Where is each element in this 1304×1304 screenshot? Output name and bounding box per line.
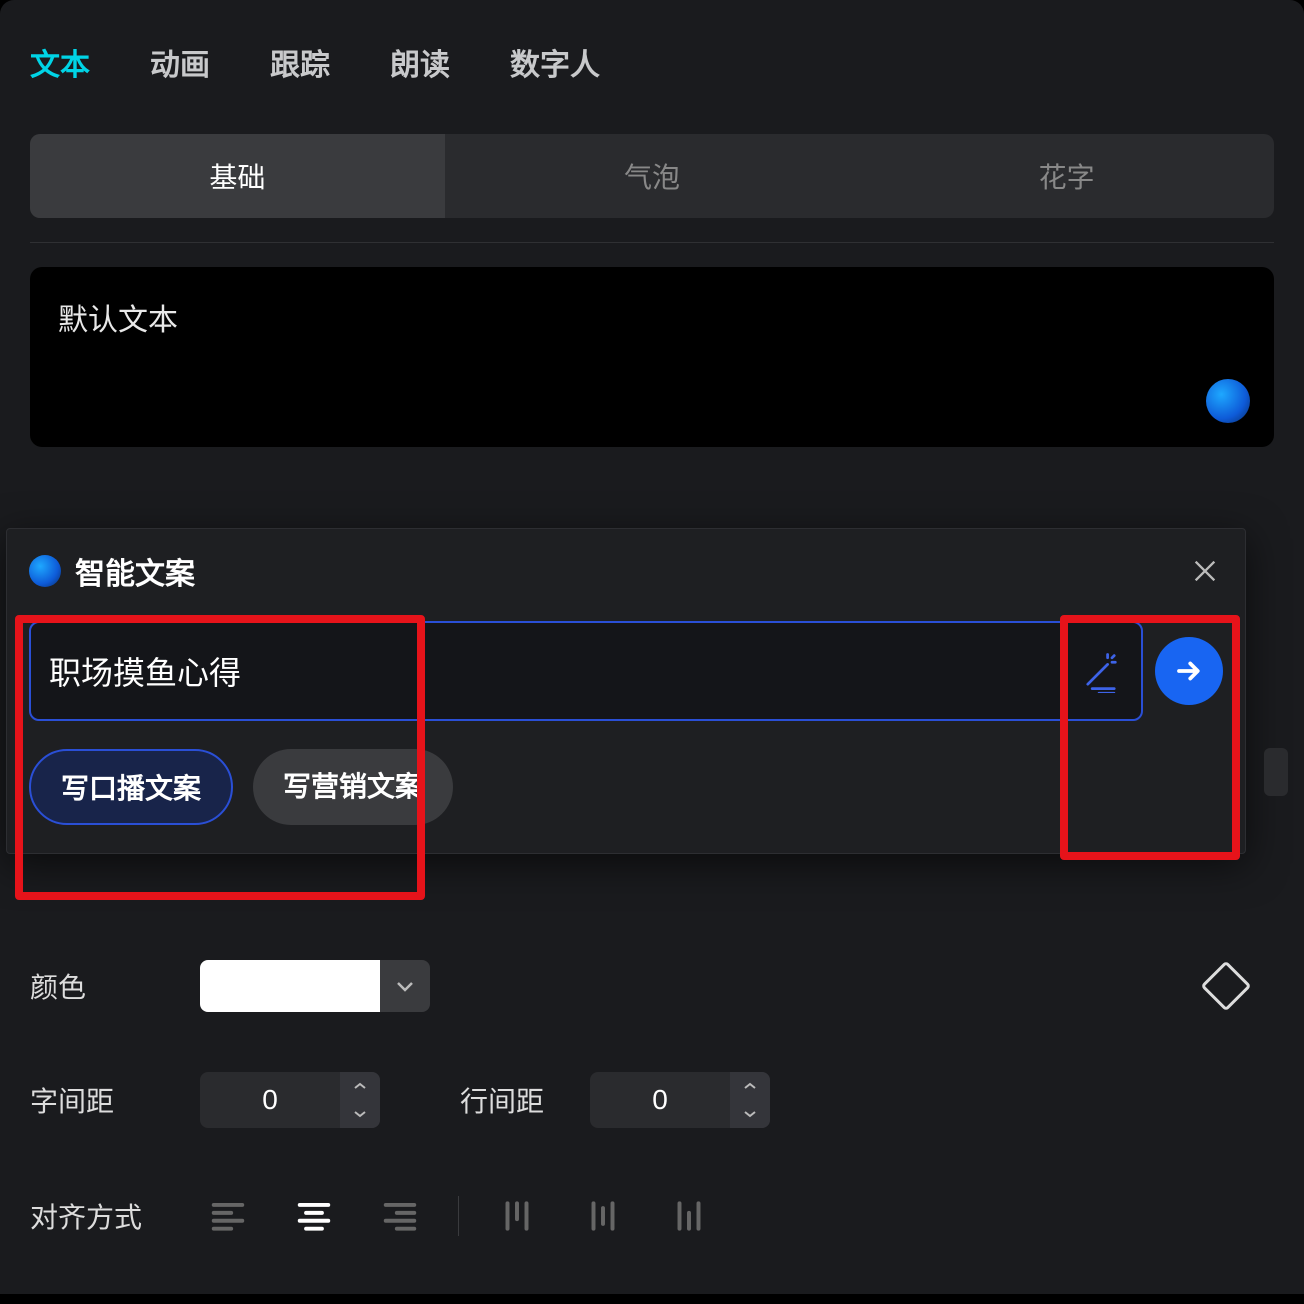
text-panel: 文本 动画 跟踪 朗读 数字人 基础 气泡 花字 默认文本 智能文案: [0, 0, 1304, 1294]
separator: [458, 1196, 459, 1236]
valign-top-icon[interactable]: [489, 1188, 545, 1244]
text-value: 默认文本: [58, 295, 1246, 339]
subtab-bubble[interactable]: 气泡: [445, 134, 860, 218]
color-swatch[interactable]: [200, 960, 380, 1012]
ai-input-wrapper[interactable]: [29, 621, 1143, 721]
valign-middle-icon[interactable]: [575, 1188, 631, 1244]
align-label: 对齐方式: [30, 1196, 200, 1236]
tab-read[interactable]: 朗读: [390, 40, 450, 84]
top-tabs: 文本 动画 跟踪 朗读 数字人: [0, 0, 1304, 114]
divider: [30, 242, 1274, 243]
line-spacing-label: 行间距: [460, 1080, 590, 1120]
chip-marketing-copy[interactable]: 写营销文案: [253, 749, 453, 825]
letter-spacing-input[interactable]: 0: [200, 1072, 380, 1128]
tab-avatar[interactable]: 数字人: [510, 40, 600, 84]
align-row: 对齐方式: [30, 1188, 1274, 1244]
letter-spacing-label: 字间距: [30, 1080, 200, 1120]
panel-content: 基础 气泡 花字 默认文本: [0, 114, 1304, 467]
h-align-group: [200, 1188, 428, 1244]
color-dropdown[interactable]: [380, 960, 430, 1012]
spacing-row: 字间距 0 行间距 0: [30, 1072, 1274, 1128]
stepper-down-icon[interactable]: [340, 1100, 380, 1128]
line-spacing-stepper[interactable]: [730, 1072, 770, 1128]
stepper-up-icon[interactable]: [730, 1072, 770, 1100]
text-input-box[interactable]: 默认文本: [30, 267, 1274, 447]
subtab-fancy[interactable]: 花字: [859, 134, 1274, 218]
ai-orb-small-icon: [29, 555, 61, 587]
ai-input-row: [29, 621, 1223, 721]
popup-title: 智能文案: [75, 549, 195, 593]
v-align-group: [489, 1188, 717, 1244]
align-left-icon[interactable]: [200, 1188, 256, 1244]
tab-animation[interactable]: 动画: [150, 40, 210, 84]
magic-wand-icon[interactable]: [1079, 649, 1123, 693]
submit-button[interactable]: [1155, 637, 1223, 705]
text-properties: 颜色 字间距 0: [30, 960, 1274, 1304]
ai-prompt-input[interactable]: [49, 653, 1067, 690]
tab-tracking[interactable]: 跟踪: [270, 40, 330, 84]
stepper-down-icon[interactable]: [730, 1100, 770, 1128]
keyframe-diamond-icon[interactable]: [1201, 961, 1252, 1012]
align-center-icon[interactable]: [286, 1188, 342, 1244]
sub-tabs: 基础 气泡 花字: [30, 134, 1274, 218]
stepper-up-icon[interactable]: [340, 1072, 380, 1100]
chip-row: 写口播文案 写营销文案: [29, 749, 1223, 825]
chip-broadcast-copy[interactable]: 写口播文案: [29, 749, 233, 825]
line-spacing-input[interactable]: 0: [590, 1072, 770, 1128]
align-right-icon[interactable]: [372, 1188, 428, 1244]
letter-spacing-stepper[interactable]: [340, 1072, 380, 1128]
subtab-basic[interactable]: 基础: [30, 134, 445, 218]
letter-spacing-value: 0: [200, 1084, 340, 1116]
color-label: 颜色: [30, 966, 200, 1006]
popup-header: 智能文案: [29, 549, 1223, 593]
valign-bottom-icon[interactable]: [661, 1188, 717, 1244]
line-spacing-value: 0: [590, 1084, 730, 1116]
close-button[interactable]: [1187, 553, 1223, 589]
smart-copy-popup: 智能文案: [6, 528, 1246, 854]
color-picker[interactable]: [200, 960, 430, 1012]
ai-orb-icon[interactable]: [1206, 379, 1250, 423]
side-handle[interactable]: [1264, 748, 1288, 796]
tab-text[interactable]: 文本: [30, 40, 90, 84]
color-row: 颜色: [30, 960, 1274, 1012]
